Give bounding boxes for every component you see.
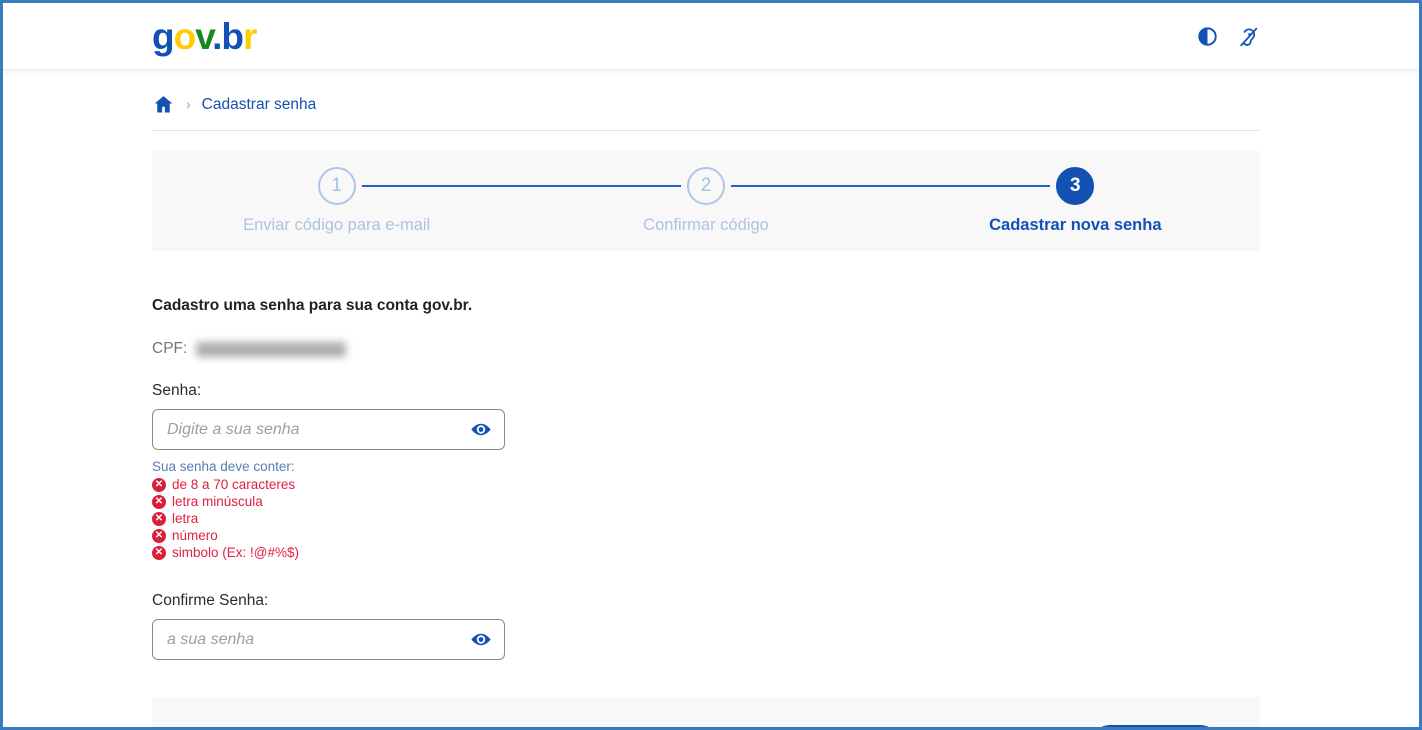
step-indicator: 1 Enviar código para e-mail 2 Confirmar …: [152, 151, 1260, 251]
home-icon[interactable]: [152, 93, 175, 116]
requirement-letter: ✕ letra: [152, 510, 1260, 527]
step-1-label: Enviar código para e-mail: [243, 216, 431, 234]
requirement-number: ✕ número: [152, 527, 1260, 544]
x-circle-icon: ✕: [152, 511, 166, 526]
logo-char: r: [242, 15, 257, 57]
breadcrumb-separator: ›: [186, 95, 191, 112]
toggle-password-visibility-button[interactable]: [462, 409, 500, 450]
toggle-confirm-visibility-button[interactable]: [462, 619, 500, 660]
requirement-lowercase: ✕ letra minúscula: [152, 493, 1260, 510]
step-1-enviar-codigo: 1 Enviar código para e-mail: [152, 151, 521, 251]
step-2-circle: 2: [686, 167, 725, 205]
step-3-circle: 3: [1056, 167, 1095, 205]
confirm-password-input[interactable]: [152, 619, 505, 660]
logo-char: .b: [212, 15, 244, 57]
password-requirements-list: ✕ de 8 a 70 caracteres ✕ letra minúscula…: [152, 476, 1260, 561]
password-requirements-title: Sua senha deve conter:: [152, 459, 295, 474]
breadcrumb: › Cadastrar senha: [152, 93, 1260, 116]
eye-icon: [471, 633, 491, 645]
confirm-password-label: Confirme Senha:: [152, 592, 269, 609]
step-1-circle: 1: [317, 167, 356, 205]
x-circle-icon: ✕: [152, 528, 166, 543]
cpf-value-redacted: [196, 341, 347, 357]
page-title: Cadastro uma senha para sua conta gov.br…: [152, 297, 473, 314]
logo-char: g: [152, 15, 175, 57]
step-3-cadastrar-nova-senha: 3 Cadastrar nova senha: [891, 151, 1260, 251]
requirement-length: ✕ de 8 a 70 caracteres: [152, 476, 1260, 493]
step-3-label: Cadastrar nova senha: [989, 216, 1162, 234]
x-circle-icon: ✕: [152, 494, 166, 509]
password-label: Senha:: [152, 382, 202, 399]
step-2-label: Confirmar código: [643, 216, 769, 234]
eye-icon: [471, 423, 491, 435]
form-action-bar: Voltar ao início Continuar: [152, 697, 1260, 727]
govbr-header: gov.br: [3, 3, 1419, 70]
step-2-confirmar-codigo: 2 Confirmar código: [521, 151, 890, 251]
accessibility-icon[interactable]: [1235, 23, 1261, 49]
x-circle-icon: ✕: [152, 477, 166, 492]
back-to-start-link[interactable]: Voltar ao início: [209, 725, 321, 727]
logo-char: o: [173, 15, 197, 57]
confirm-password-field-wrap: [152, 619, 505, 660]
password-field-wrap: [152, 409, 505, 450]
govbr-logo[interactable]: gov.br: [152, 15, 257, 57]
breadcrumb-current[interactable]: Cadastrar senha: [202, 96, 317, 114]
cpf-label: CPF:: [152, 340, 188, 357]
divider: [152, 130, 1260, 131]
logo-char: v: [195, 15, 213, 57]
contrast-icon[interactable]: [1194, 23, 1220, 49]
cpf-row: CPF:: [152, 340, 1260, 358]
password-input[interactable]: [152, 409, 505, 450]
continue-button[interactable]: Continuar: [1090, 725, 1220, 727]
header-icons: [1194, 23, 1261, 49]
x-circle-icon: ✕: [152, 545, 166, 560]
requirement-symbol: ✕ simbolo (Ex: !@#%$): [152, 544, 1260, 561]
browser-viewport: gov.br › Cadastrar senha 1 Enviar código…: [0, 0, 1422, 730]
